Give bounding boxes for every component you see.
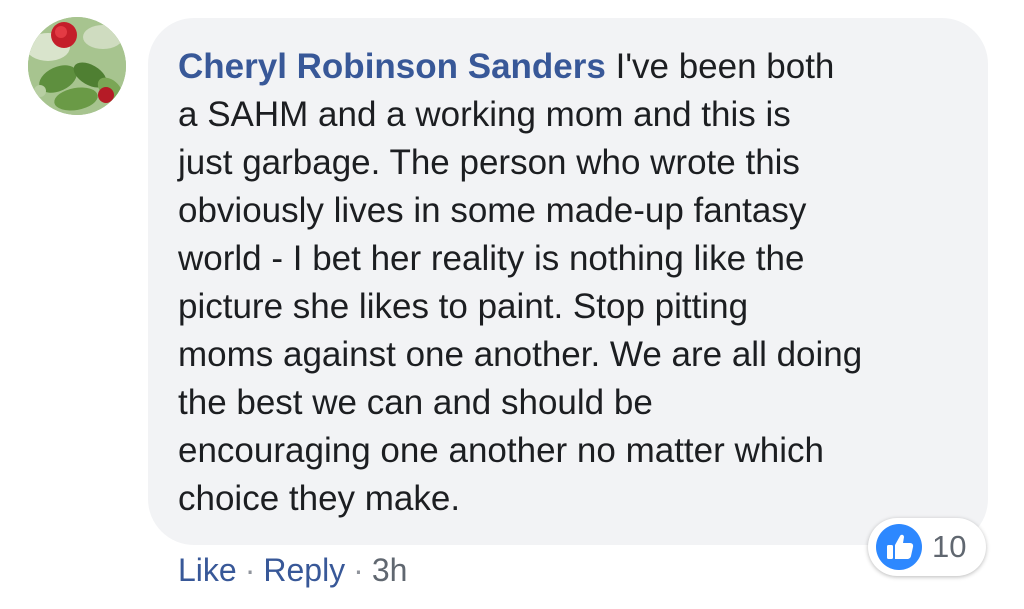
comment-text-line: obviously lives in some made-up fantasy (178, 191, 807, 230)
comment-text-line: I've been both (605, 47, 835, 86)
comment-text-line: encouraging one another no matter which (178, 431, 824, 470)
avatar[interactable] (28, 17, 126, 115)
comment-text-line: the best we can and should be (178, 383, 653, 422)
comment-text-line: choice they make. (178, 479, 461, 518)
comment-text-line: moms against one another. We are all doi… (178, 335, 863, 374)
avatar-image (28, 17, 126, 115)
thumbs-up-icon (876, 524, 922, 570)
comment: Cheryl Robinson Sanders I've been both a … (0, 0, 1024, 609)
comment-timestamp[interactable]: 3h (372, 552, 408, 588)
comment-text-line: world - I bet her reality is nothing lik… (178, 239, 805, 278)
comment-author-link[interactable]: Cheryl Robinson Sanders (178, 47, 606, 86)
reply-button[interactable]: Reply (263, 552, 345, 588)
comment-text-line: just garbage. The person who wrote this (178, 143, 800, 182)
like-button[interactable]: Like (178, 552, 237, 588)
reaction-count: 10 (932, 529, 967, 564)
comment-first-line: Cheryl Robinson Sanders I've been both (178, 43, 978, 91)
separator-dot: · (353, 552, 364, 588)
comment-text: Cheryl Robinson Sanders I've been both a … (178, 43, 978, 523)
comment-text-line: a SAHM and a working mom and this is (178, 95, 791, 134)
separator-dot: · (244, 552, 256, 588)
comment-actions: Like · Reply · 3h (178, 548, 407, 592)
comment-text-line: picture she likes to paint. Stop pitting (178, 287, 749, 326)
reaction-summary[interactable]: 10 (868, 518, 986, 576)
